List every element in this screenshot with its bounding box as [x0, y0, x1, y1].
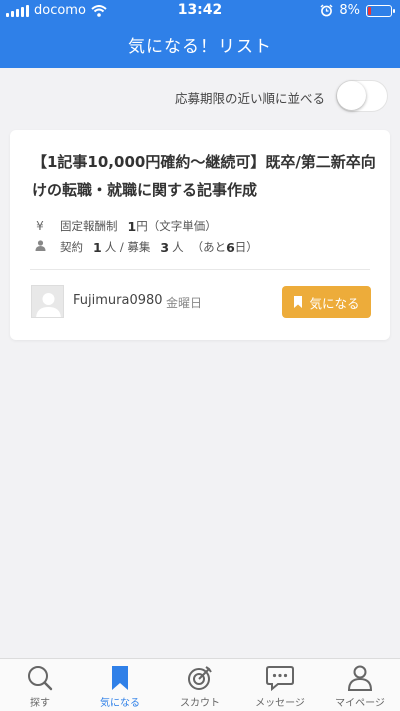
tab-messages[interactable]: メッセージ — [240, 665, 320, 711]
divider — [30, 269, 370, 270]
remaining-days: 6 — [226, 239, 235, 255]
toggle-knob — [337, 81, 366, 110]
sort-label: 応募期限の近い順に並べる — [174, 91, 325, 106]
sort-toggle[interactable] — [336, 80, 388, 112]
search-icon — [28, 666, 53, 691]
remaining-suffix: 日） — [234, 240, 258, 254]
tab-label: 探す — [30, 698, 50, 709]
avatar[interactable] — [31, 285, 64, 318]
posted-day: 金曜日 — [166, 296, 203, 310]
recruit-count: 3 — [160, 239, 170, 255]
favorite-label: 気になる — [309, 295, 360, 311]
status-bar: docomo 13:42 8% — [0, 0, 400, 22]
bookmark-icon — [112, 666, 128, 690]
tab-mypage[interactable]: マイページ — [320, 665, 400, 711]
header-bar: docomo 13:42 8% 気になる！リスト — [0, 0, 400, 68]
alarm-icon — [320, 4, 333, 17]
username[interactable]: Fujimura0980 — [73, 293, 163, 308]
contract-label: 契約 — [60, 240, 83, 254]
favorite-button[interactable]: 気になる — [282, 286, 371, 318]
sort-row: 応募期限の近い順に並べる — [0, 78, 400, 114]
page-title: 気になる！リスト — [128, 37, 272, 57]
yen-icon: ¥ — [36, 219, 44, 233]
job-title[interactable]: 【1記事10,000円確約〜継続可】既卒/第二新卒向けの転職・就職に関する記事作… — [32, 148, 378, 204]
tab-scout[interactable]: スカウト — [160, 665, 240, 711]
remaining-prefix: （あと — [191, 240, 227, 254]
pay-type: 固定報酬制 — [60, 219, 118, 233]
chat-icon — [266, 666, 294, 691]
tab-favorites[interactable]: 気になる — [80, 665, 160, 711]
tab-label: スカウト — [180, 698, 220, 709]
pay-unit: 円（文字単価） — [136, 219, 217, 233]
battery-icon — [366, 4, 395, 17]
pay-amount: 1 — [127, 218, 137, 234]
job-card[interactable]: 【1記事10,000円確約〜継続可】既卒/第二新卒向けの転職・就職に関する記事作… — [10, 130, 390, 340]
contract-count: 1 — [93, 239, 102, 255]
tab-label: メッセージ — [255, 698, 305, 709]
contract-info: 契約 1 人 / 募集 3 人 （あと 6 日） — [32, 239, 258, 255]
tab-bar: 探す 気になる スカウト メッセージ マイページ — [0, 658, 400, 711]
tab-label: マイページ — [335, 698, 385, 709]
pay-info: ¥ 固定報酬制 1 円（文字単価） — [32, 218, 217, 234]
recruit-unit: 人 — [172, 240, 184, 254]
target-icon — [188, 666, 212, 690]
bookmark-icon — [294, 296, 303, 308]
tab-search[interactable]: 探す — [0, 665, 80, 711]
battery-percent: 8% — [339, 3, 360, 18]
contract-unit: 人 / 募集 — [104, 240, 151, 254]
person-icon — [32, 240, 48, 254]
tab-label: 気になる — [100, 698, 140, 709]
person-icon — [347, 665, 373, 691]
